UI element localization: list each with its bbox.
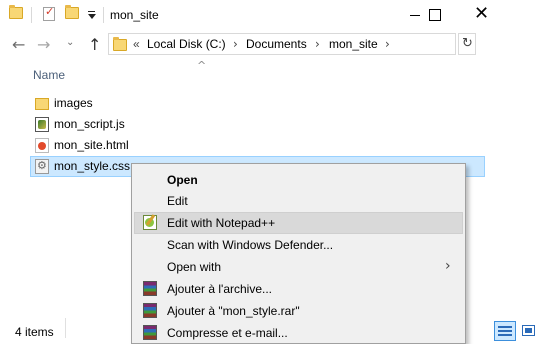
refresh-button[interactable]: ↻	[458, 33, 476, 55]
close-button[interactable]: ✕	[462, 0, 508, 30]
notepad-plus-plus-icon	[143, 215, 157, 230]
forward-arrow-icon[interactable]: →	[37, 35, 50, 54]
details-view-icon	[498, 326, 512, 336]
breadcrumb-chevron-icon[interactable]: ›	[315, 37, 320, 51]
menu-item-open[interactable]: Open	[134, 169, 463, 191]
menu-item-compress-email[interactable]: Compresse et e-mail...	[134, 322, 463, 344]
breadcrumb-local-disk[interactable]: Local Disk (C:)	[147, 37, 226, 51]
menu-item-label: Edit	[167, 194, 188, 208]
breadcrumb-chevron-icon[interactable]: ›	[233, 37, 238, 51]
menu-item-open-with[interactable]: Open with ›	[134, 256, 463, 278]
submenu-chevron-icon: ›	[445, 258, 451, 274]
up-arrow-icon[interactable]: ↑	[88, 35, 101, 54]
item-count: 4 items	[15, 325, 54, 339]
html-file-icon	[35, 138, 49, 153]
file-row-images[interactable]: images	[30, 93, 485, 114]
context-menu: Open Edit Edit with Notepad++ Scan with …	[131, 163, 466, 344]
address-bar[interactable]: « Local Disk (C:) › Documents › mon_site…	[108, 33, 456, 55]
winrar-icon	[143, 281, 157, 296]
properties-icon[interactable]	[43, 5, 55, 21]
folder-icon	[35, 98, 49, 110]
menu-item-label: Ajouter à l'archive...	[167, 282, 273, 296]
new-folder-icon[interactable]	[65, 5, 79, 19]
sort-ascending-icon: ^	[197, 59, 207, 72]
breadcrumb-chevron-icon[interactable]: ›	[385, 37, 390, 51]
maximize-icon	[429, 9, 441, 21]
large-icons-view-icon	[522, 325, 535, 336]
menu-item-scan-defender[interactable]: Scan with Windows Defender...	[134, 234, 463, 256]
file-row-mon-script-js[interactable]: mon_script.js	[30, 114, 485, 135]
menu-item-add-to-rar[interactable]: Ajouter à "mon_style.rar"	[134, 300, 463, 322]
menu-item-label: Scan with Windows Defender...	[167, 238, 334, 252]
title-separator	[31, 7, 32, 23]
refresh-icon: ↻	[462, 36, 473, 51]
folder-icon	[113, 37, 127, 51]
winrar-icon	[143, 303, 157, 318]
large-icons-view-button[interactable]	[518, 321, 540, 341]
column-header-name[interactable]: Name	[33, 68, 65, 82]
menu-item-label: Ajouter à "mon_style.rar"	[167, 304, 300, 318]
breadcrumb-mon-site[interactable]: mon_site	[329, 37, 378, 51]
menu-item-label: Compresse et e-mail...	[167, 326, 288, 340]
file-name: mon_script.js	[54, 117, 125, 131]
status-separator	[65, 318, 66, 338]
recent-locations-chevron-icon[interactable]: ⌄	[66, 37, 74, 48]
menu-item-label: Open with	[167, 260, 222, 274]
javascript-file-icon	[35, 117, 49, 132]
maximize-button[interactable]	[416, 0, 454, 30]
breadcrumb-overflow-icon[interactable]: «	[133, 37, 140, 51]
file-name: mon_site.html	[54, 138, 129, 152]
file-row-mon-site-html[interactable]: mon_site.html	[30, 135, 485, 156]
customize-dropdown-icon[interactable]	[86, 8, 98, 22]
close-icon: ✕	[474, 3, 490, 24]
file-name: mon_style.css	[54, 159, 131, 173]
window-title: mon_site	[110, 8, 159, 22]
title-bar: mon_site ✕	[0, 0, 544, 31]
menu-item-edit-with-notepad[interactable]: Edit with Notepad++	[134, 212, 463, 234]
css-file-icon	[35, 159, 49, 174]
menu-item-add-to-archive[interactable]: Ajouter à l'archive...	[134, 278, 463, 300]
menu-item-edit[interactable]: Edit	[134, 190, 463, 212]
title-separator	[103, 7, 104, 23]
file-name: images	[54, 96, 93, 110]
winrar-icon	[143, 325, 157, 340]
menu-item-label: Edit with Notepad++	[167, 216, 276, 230]
folder-icon	[9, 5, 23, 19]
breadcrumb-documents[interactable]: Documents	[246, 37, 307, 51]
menu-item-label: Open	[167, 173, 198, 187]
back-arrow-icon[interactable]: ←	[12, 35, 25, 54]
details-view-button[interactable]	[494, 321, 516, 341]
